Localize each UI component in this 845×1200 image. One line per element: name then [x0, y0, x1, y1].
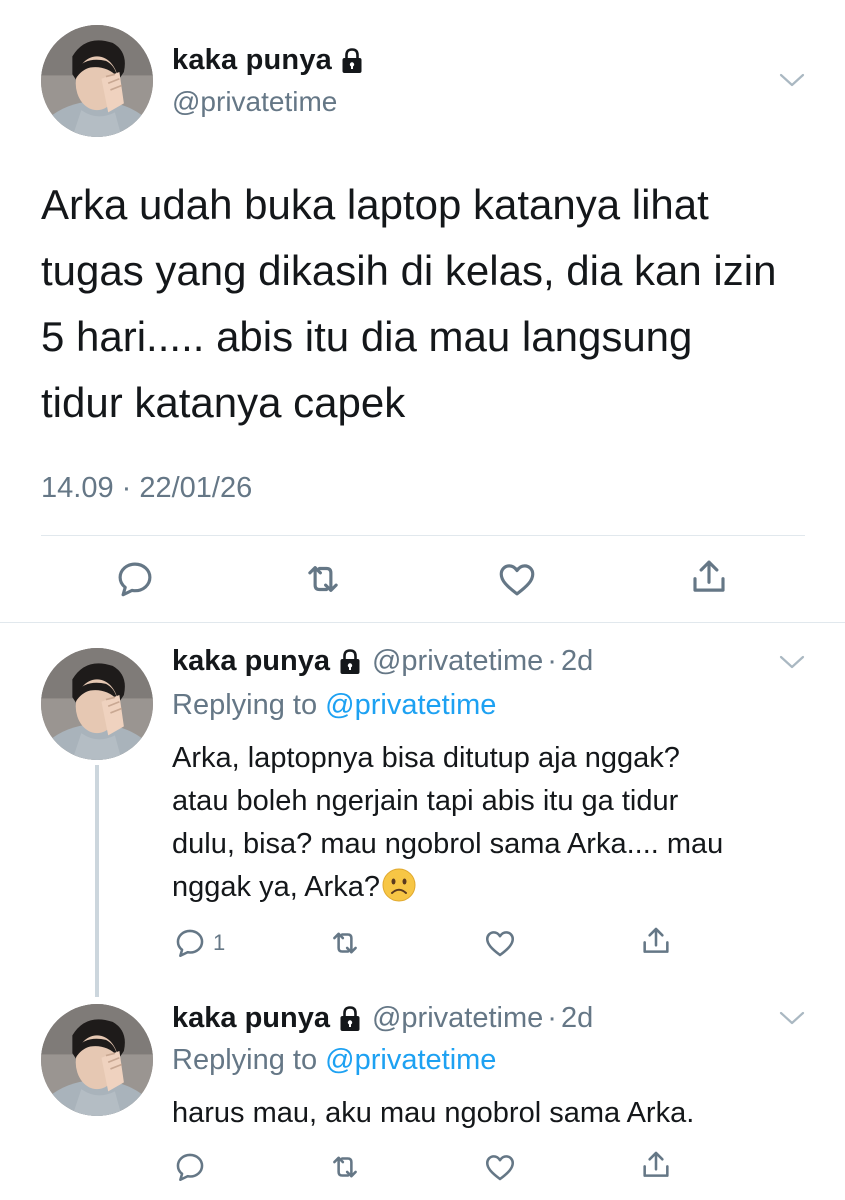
chevron-down-icon[interactable] — [779, 654, 805, 670]
tweet-text-line: 5 hari..... abis itu dia mau langsung — [41, 313, 693, 360]
lock-icon — [338, 648, 362, 676]
retweet-button[interactable] — [302, 558, 344, 600]
reply-header: kaka punya @privatetime · 2d — [172, 645, 593, 678]
retweet-icon — [302, 558, 344, 600]
tweet-timestamp[interactable]: 14.09 · 22/01/26 — [41, 472, 252, 505]
reply-text-line: dulu, bisa? mau ngobrol sama Arka.... ma… — [172, 828, 724, 860]
tweet-text-line: Arka udah buka laptop katanya lihat — [41, 181, 709, 228]
replying-to: Replying to @privatetime — [172, 689, 496, 722]
reply-text-line: atau boleh ngerjain tapi abis itu ga tid… — [172, 785, 679, 817]
reply-text-fragment: nggak ya, Arka? — [172, 871, 380, 903]
retweet-button[interactable] — [328, 1150, 362, 1184]
user-handle[interactable]: @privatetime — [372, 645, 543, 678]
display-name-text: kaka punya — [172, 44, 332, 76]
share-button[interactable] — [639, 1148, 673, 1182]
tweet-text-line: tidur katanya capek — [41, 379, 406, 426]
reply-text: harus mau, aku mau ngobrol sama Arka. — [172, 1092, 812, 1135]
avatar[interactable] — [41, 1004, 153, 1116]
lock-icon — [338, 1005, 362, 1033]
reply-button[interactable] — [173, 1150, 207, 1184]
reply-icon — [173, 1150, 207, 1184]
frowning-face-emoji — [382, 868, 416, 902]
user-handle[interactable]: @privatetime — [372, 1002, 543, 1035]
share-button[interactable] — [688, 556, 730, 598]
tweet-text: Arka udah buka laptop katanya lihat tuga… — [41, 172, 831, 436]
mention-link[interactable]: @privatetime — [325, 689, 496, 721]
replying-prefix: Replying to — [172, 1044, 318, 1076]
reply-icon — [114, 558, 156, 600]
share-button[interactable] — [639, 924, 673, 958]
separator: · — [547, 1002, 557, 1034]
retweet-icon — [328, 1150, 362, 1184]
chevron-down-icon[interactable] — [779, 72, 805, 88]
tweet-text-line: tugas yang dikasih di kelas, dia kan izi… — [41, 247, 777, 294]
heart-icon — [483, 926, 517, 960]
like-button[interactable] — [496, 558, 538, 600]
heart-icon — [483, 1150, 517, 1184]
replying-to: Replying to @privatetime — [172, 1044, 496, 1077]
like-button[interactable] — [483, 926, 517, 960]
share-icon — [688, 556, 730, 598]
reply-text-line: Arka, laptopnya bisa ditutup aja nggak? — [172, 742, 680, 774]
like-button[interactable] — [483, 1150, 517, 1184]
section-divider — [0, 622, 845, 623]
display-name[interactable]: kaka punya — [172, 645, 330, 678]
replying-prefix: Replying to — [172, 689, 318, 721]
share-icon — [639, 924, 673, 958]
reply-button[interactable]: 1 — [173, 926, 225, 960]
thread-line — [95, 765, 99, 997]
reply-header: kaka punya @privatetime · 2d — [172, 1002, 593, 1035]
lock-icon — [340, 47, 364, 75]
share-icon — [639, 1148, 673, 1182]
avatar[interactable] — [41, 25, 153, 137]
reply-icon — [173, 926, 207, 960]
separator: · — [547, 645, 557, 677]
reply-button[interactable] — [114, 558, 156, 600]
reply-text: Arka, laptopnya bisa ditutup aja nggak? … — [172, 737, 812, 909]
display-name[interactable]: kaka punya — [172, 44, 364, 77]
chevron-down-icon[interactable] — [779, 1010, 805, 1026]
retweet-button[interactable] — [328, 926, 362, 960]
retweet-icon — [328, 926, 362, 960]
reply-text-line-last: nggak ya, Arka? — [172, 866, 812, 909]
user-handle[interactable]: @privatetime — [172, 86, 337, 118]
reply-time[interactable]: 2d — [561, 645, 593, 678]
heart-icon — [496, 558, 538, 600]
mention-link[interactable]: @privatetime — [325, 1044, 496, 1076]
reply-time[interactable]: 2d — [561, 1002, 593, 1035]
divider — [41, 535, 805, 536]
reply-text-line: harus mau, aku mau ngobrol sama Arka. — [172, 1097, 695, 1129]
display-name[interactable]: kaka punya — [172, 1002, 330, 1035]
reply-count: 1 — [213, 930, 226, 955]
avatar[interactable] — [41, 648, 153, 760]
